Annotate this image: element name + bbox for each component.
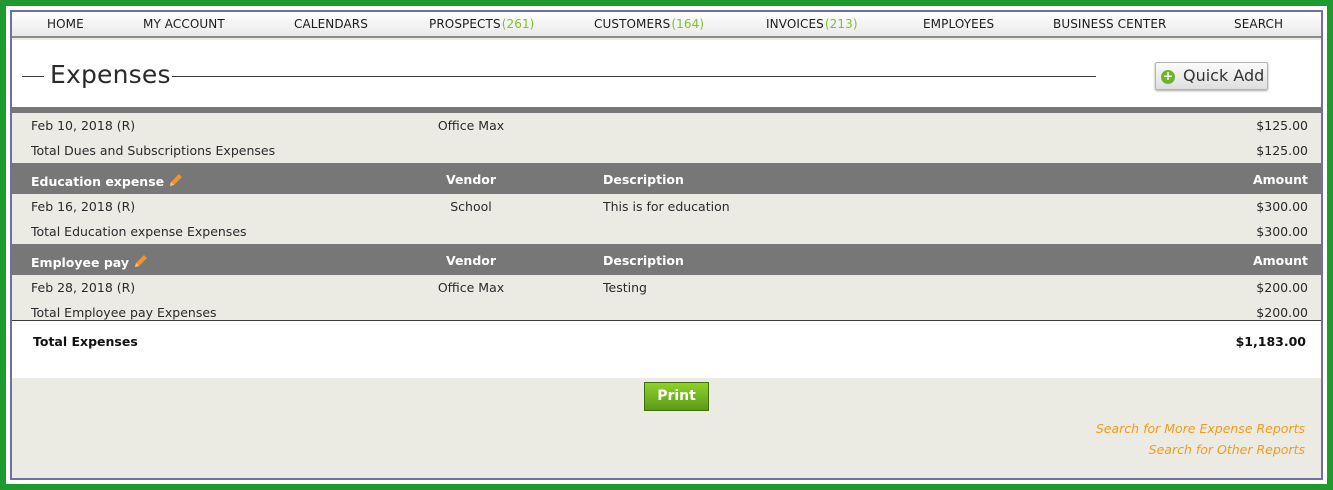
- edit-pencil-icon[interactable]: [133, 253, 149, 272]
- expense-amount: $300.00: [1256, 199, 1308, 214]
- expense-vendor: Office Max: [437, 118, 505, 133]
- nav-prospects-label: PROSPECTS: [429, 17, 501, 31]
- nav-customers[interactable]: CUSTOMERS(164): [594, 17, 704, 31]
- plus-circle-icon: +: [1161, 69, 1175, 84]
- more-expense-reports-link[interactable]: Search for More Expense Reports: [1096, 421, 1305, 436]
- category-name: Education expense: [31, 174, 165, 189]
- expense-date: Feb 28, 2018 (R): [31, 280, 136, 295]
- nav-customers-label: CUSTOMERS: [594, 17, 671, 31]
- expense-amount: $125.00: [1256, 118, 1308, 133]
- column-description: Description: [603, 253, 684, 268]
- nav-search-label: SEARCH: [1234, 17, 1284, 31]
- nav-prospects[interactable]: PROSPECTS(261): [429, 17, 534, 31]
- subtotal-amount: $200.00: [1256, 305, 1308, 320]
- expense-amount: $200.00: [1256, 280, 1308, 295]
- nav-calendars-label: CALENDARS: [294, 17, 368, 31]
- nav-search[interactable]: SEARCH: [1234, 17, 1283, 31]
- nav-home-label: HOME: [47, 17, 84, 31]
- expense-description: Testing: [603, 280, 647, 295]
- top-nav: HOME MY ACCOUNT CALENDARS PROSPECTS(261)…: [12, 12, 1321, 38]
- grand-total-label: Total Expenses: [33, 334, 138, 349]
- title-rule-right: [172, 76, 1096, 77]
- table-row: Feb 28, 2018 (R) Office Max Testing $200…: [12, 275, 1321, 300]
- column-amount: Amount: [1252, 253, 1308, 268]
- print-button[interactable]: Print: [644, 382, 709, 411]
- column-vendor: Vendor: [445, 253, 497, 268]
- nav-business-center-label: BUSINESS CENTER: [1053, 17, 1167, 31]
- quick-add-button[interactable]: + Quick Add: [1155, 62, 1268, 90]
- expense-date: Feb 16, 2018 (R): [31, 199, 136, 214]
- nav-employees-label: EMPLOYEES: [923, 17, 995, 31]
- subtotal-label: Total Employee pay Expenses: [31, 305, 217, 320]
- subtotal-label: Total Education expense Expenses: [31, 224, 247, 239]
- table-row: Feb 10, 2018 (R) Office Max $125.00: [12, 113, 1321, 138]
- page-title: Expenses: [50, 60, 171, 89]
- nav-calendars[interactable]: CALENDARS: [294, 17, 368, 31]
- quick-add-label: Quick Add: [1183, 66, 1265, 85]
- nav-home[interactable]: HOME: [47, 17, 84, 31]
- nav-my-account-label: MY ACCOUNT: [143, 17, 225, 31]
- invoices-count-badge: (213): [824, 17, 858, 31]
- subtotal-row: Total Dues and Subscriptions Expenses $1…: [12, 138, 1321, 163]
- page-header: Expenses + Quick Add: [12, 40, 1321, 107]
- subtotal-row: Total Education expense Expenses $300.00: [12, 219, 1321, 244]
- expense-description: This is for education: [603, 199, 730, 214]
- expense-vendor: Office Max: [437, 280, 505, 295]
- column-vendor: Vendor: [445, 172, 497, 187]
- column-amount: Amount: [1252, 172, 1308, 187]
- nav-employees[interactable]: EMPLOYEES: [923, 17, 994, 31]
- expense-date: Feb 10, 2018 (R): [31, 118, 136, 133]
- grand-total-amount: $1,183.00: [1235, 334, 1306, 349]
- subtotal-amount: $300.00: [1256, 224, 1308, 239]
- category-header: Employee pay Vendor Description Amount: [12, 244, 1321, 275]
- expense-vendor: School: [450, 199, 492, 214]
- grand-total-row: Total Expenses $1,183.00: [12, 320, 1321, 378]
- nav-business-center[interactable]: BUSINESS CENTER: [1053, 17, 1166, 31]
- category-name: Employee pay: [31, 255, 129, 270]
- other-reports-link[interactable]: Search for Other Reports: [1149, 442, 1305, 457]
- title-rule-left: [22, 76, 44, 77]
- column-description: Description: [603, 172, 684, 187]
- customers-count-badge: (164): [671, 17, 705, 31]
- category-header: Education expense Vendor Description Amo…: [12, 163, 1321, 194]
- page-frame: HOME MY ACCOUNT CALENDARS PROSPECTS(261)…: [6, 6, 1327, 484]
- subtotal-amount: $125.00: [1256, 143, 1308, 158]
- edit-pencil-icon[interactable]: [168, 172, 184, 191]
- nav-my-account[interactable]: MY ACCOUNT: [143, 17, 225, 31]
- prospects-count-badge: (261): [501, 17, 535, 31]
- table-row: Feb 16, 2018 (R) School This is for educ…: [12, 194, 1321, 219]
- nav-invoices[interactable]: INVOICES(213): [766, 17, 858, 31]
- subtotal-label: Total Dues and Subscriptions Expenses: [31, 143, 276, 158]
- content-panel: HOME MY ACCOUNT CALENDARS PROSPECTS(261)…: [10, 10, 1323, 480]
- nav-invoices-label: INVOICES: [766, 17, 824, 31]
